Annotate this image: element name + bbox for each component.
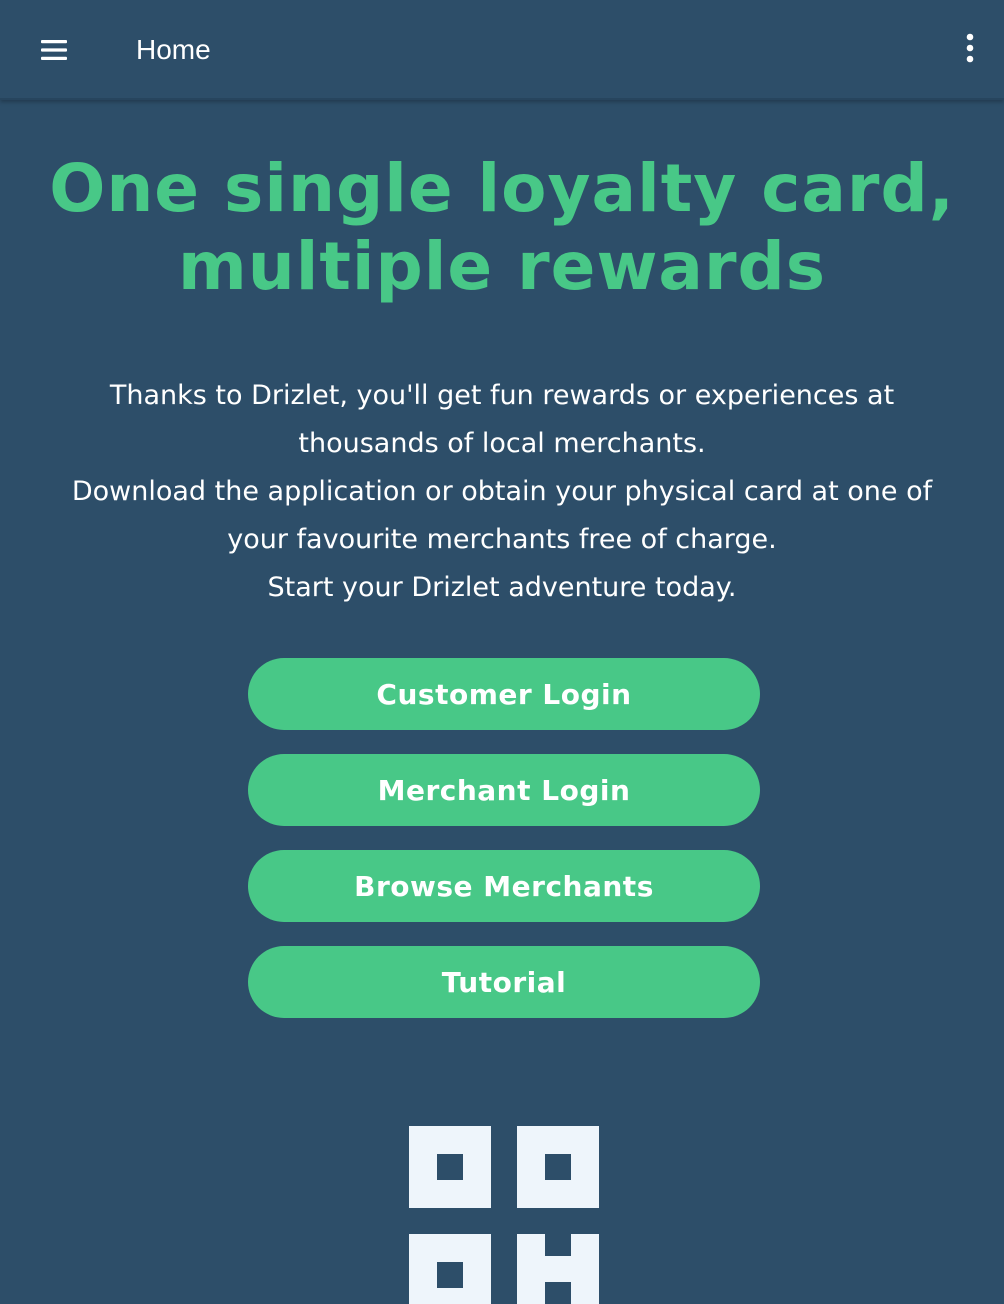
more-options-button[interactable] [950, 26, 990, 74]
intro-line-4: your favourite merchants free of charge. [227, 524, 777, 555]
hero-title-line-2: multiple rewards [177, 228, 827, 305]
hamburger-menu-icon [41, 39, 67, 61]
intro-line-1: Thanks to Drizlet, you'll get fun reward… [109, 380, 895, 411]
intro-line-5: Start your Drizlet adventure today. [267, 572, 737, 603]
more-vertical-icon [965, 33, 975, 67]
browse-merchants-button[interactable]: Browse Merchants [248, 850, 760, 922]
tutorial-button[interactable]: Tutorial [248, 946, 760, 1018]
intro-line-2: thousands of local merchants. [298, 428, 706, 459]
customer-login-button[interactable]: Customer Login [248, 658, 760, 730]
drizlet-qr-logo-icon [409, 1126, 599, 1304]
app-screen: Home One single loyalty card, multiple r… [0, 0, 1004, 1304]
intro-text: Thanks to Drizlet, you'll get fun reward… [20, 372, 984, 612]
top-app-bar: Home [0, 0, 1004, 100]
hero-title: One single loyalty card, multiple reward… [20, 150, 984, 306]
merchant-login-button[interactable]: Merchant Login [248, 754, 760, 826]
hero-title-line-1: One single loyalty card, [49, 150, 955, 227]
menu-button[interactable] [28, 26, 80, 74]
page-title: Home [136, 34, 211, 65]
action-buttons: Customer Login Merchant Login Browse Mer… [248, 658, 760, 1042]
intro-line-3: Download the application or obtain your … [71, 476, 933, 507]
